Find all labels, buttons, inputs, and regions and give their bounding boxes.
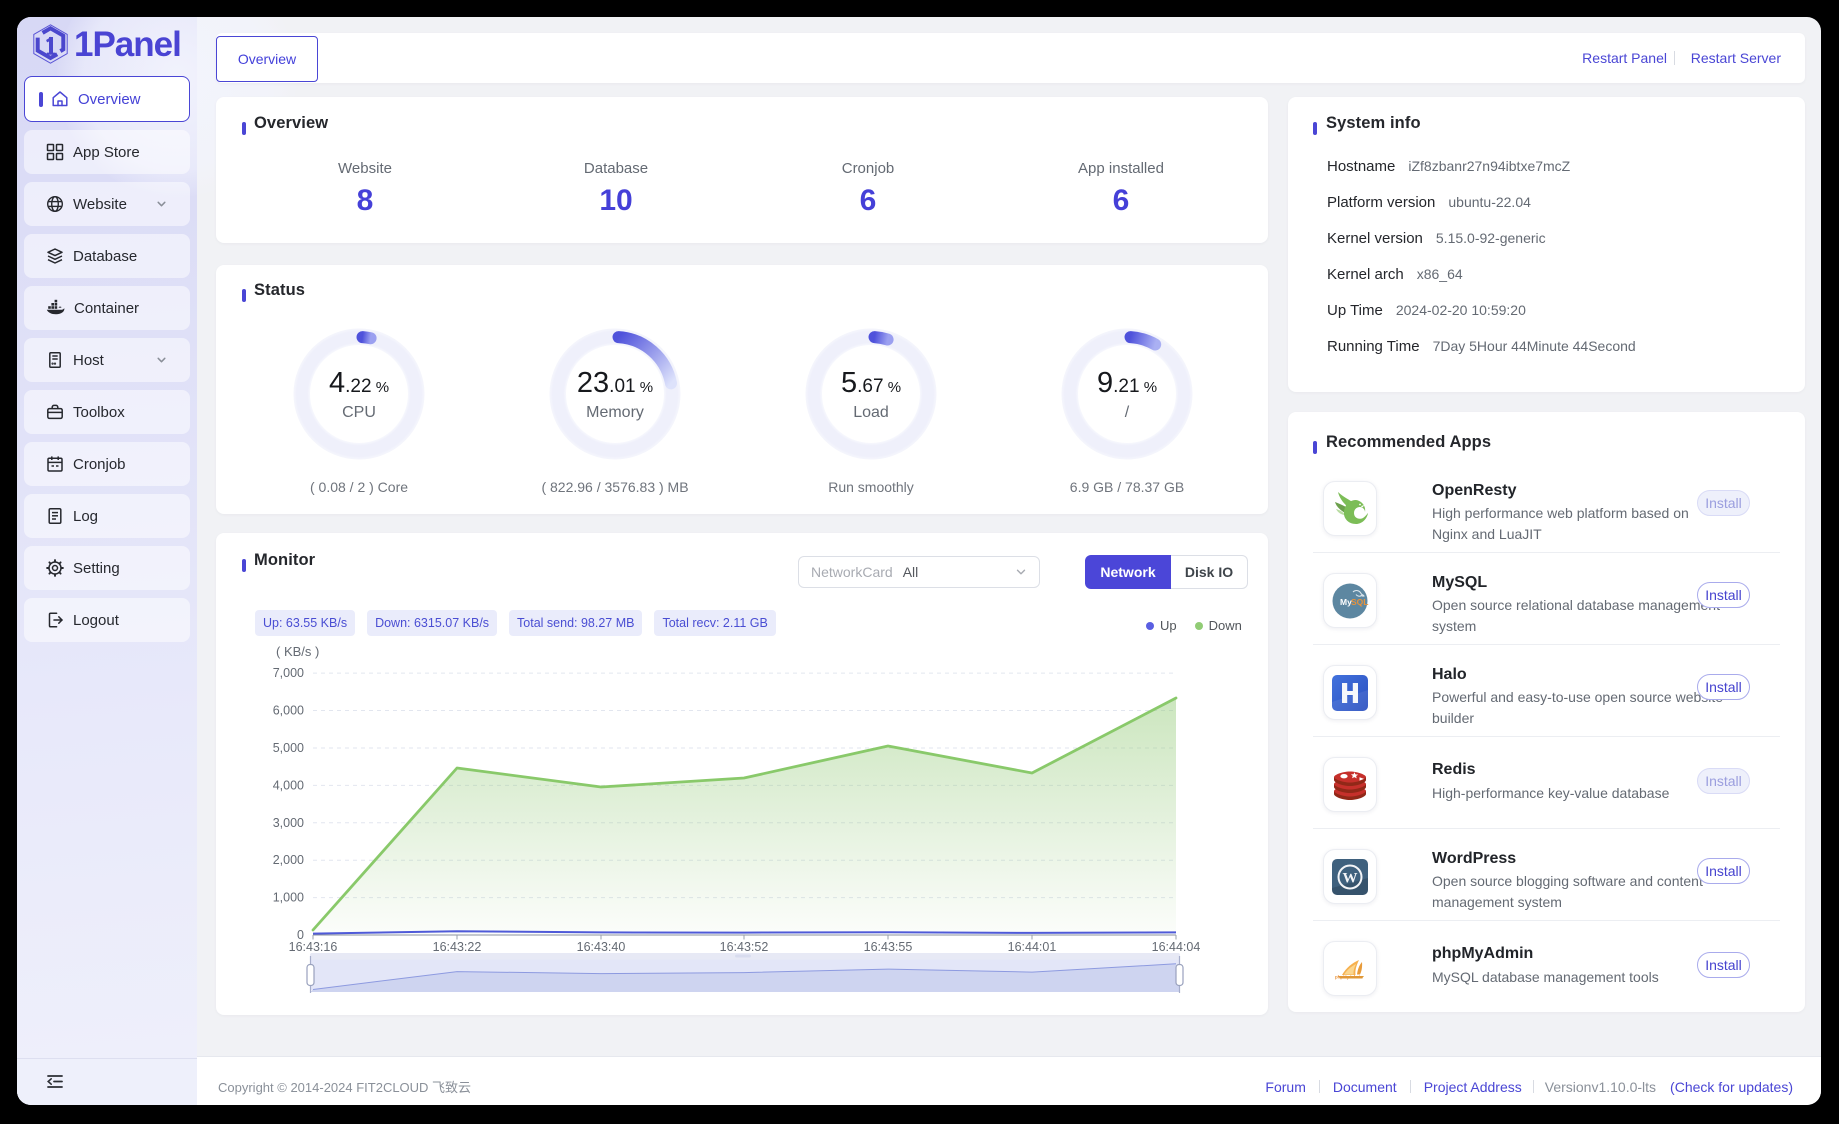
svg-text:5,000: 5,000	[273, 741, 304, 755]
svg-text:16:44:01: 16:44:01	[1008, 940, 1057, 954]
svg-text:16:43:55: 16:43:55	[864, 940, 913, 954]
svg-text:W: W	[1343, 870, 1358, 886]
svg-text:16:43:16: 16:43:16	[289, 940, 338, 954]
svg-text:3,000: 3,000	[273, 816, 304, 830]
svg-text:1,000: 1,000	[273, 891, 304, 905]
svg-text:4,000: 4,000	[273, 778, 304, 792]
svg-text:( KB/s ): ( KB/s )	[276, 644, 319, 659]
svg-text:16:44:04: 16:44:04	[1152, 940, 1201, 954]
svg-text:16:43:52: 16:43:52	[720, 940, 769, 954]
svg-text:16:43:22: 16:43:22	[433, 940, 482, 954]
svg-text:7,000: 7,000	[273, 666, 304, 680]
svg-text:16:43:40: 16:43:40	[577, 940, 626, 954]
svg-text:phpMyAdmin: phpMyAdmin	[1335, 974, 1363, 979]
svg-text:2,000: 2,000	[273, 853, 304, 867]
svg-text:SQL: SQL	[1351, 597, 1368, 607]
svg-text:6,000: 6,000	[273, 704, 304, 718]
